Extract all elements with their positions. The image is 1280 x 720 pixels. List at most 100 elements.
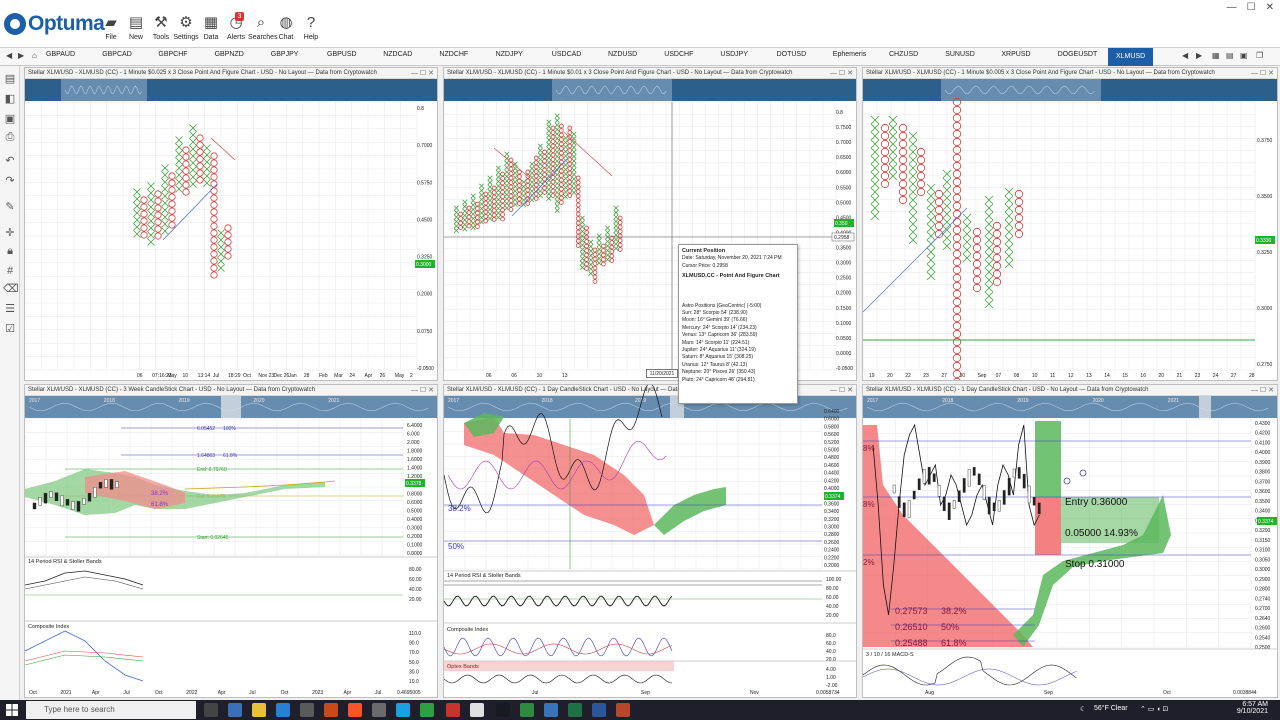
- edge-icon[interactable]: [396, 703, 410, 717]
- ribbon-alerts-button[interactable]: ◷ 3 Alerts: [223, 12, 249, 41]
- minimize-icon[interactable]: —: [1227, 2, 1237, 13]
- pf-o-mark: [575, 184, 581, 190]
- tab-dotusd[interactable]: DOTUSD: [777, 51, 807, 58]
- window-icon[interactable]: ❐: [1256, 51, 1263, 60]
- ribbon-help-button[interactable]: ? Help: [298, 14, 324, 41]
- candle: [917, 478, 921, 490]
- lock-icon[interactable]: 🔒︎: [3, 244, 17, 258]
- tab-gbpchf[interactable]: GBPCHF: [158, 51, 187, 58]
- chart-canvas[interactable]: 20172018201920200.64000.60000.58000.5600…: [444, 385, 857, 698]
- grid-icon[interactable]: #: [3, 264, 17, 278]
- redo-icon[interactable]: ↷: [3, 174, 17, 188]
- powerpoint-icon[interactable]: [616, 703, 630, 717]
- tab-nzdjpy[interactable]: NZDJPY: [496, 51, 523, 58]
- ribbon-data-button[interactable]: ▦ Data: [198, 14, 224, 41]
- chart-canvas[interactable]: 0.8 0.7000 0.5750 0.4500 0.3250 0.2000 0.0750 -…: [25, 68, 438, 381]
- windows-start-icon[interactable]: [6, 704, 18, 716]
- tab-chzusd[interactable]: CHZUSD: [889, 51, 918, 58]
- ribbon-new-button[interactable]: ▤ New: [123, 14, 149, 41]
- grid-view-icon[interactable]: ▦: [1212, 51, 1220, 60]
- taskbar-search-input[interactable]: Type here to search: [26, 701, 196, 719]
- tab-usdjpy[interactable]: USDJPY: [720, 51, 748, 58]
- undo-icon[interactable]: ↶: [3, 154, 17, 168]
- ribbon-searches-button[interactable]: ⌕ Searches: [248, 14, 278, 41]
- pf-o-mark: [952, 321, 962, 331]
- steam-icon[interactable]: [496, 703, 510, 717]
- tab-gbpusd[interactable]: GBPUSD: [327, 51, 357, 58]
- draw-tool-icon[interactable]: ✎: [3, 200, 17, 214]
- word-icon[interactable]: [592, 703, 606, 717]
- tile-icon[interactable]: ▣: [1240, 51, 1248, 60]
- app-icon-5[interactable]: [520, 703, 534, 717]
- layout-icon[interactable]: ▤: [1226, 51, 1234, 60]
- ribbon-settings-button[interactable]: ⚙ Settings: [173, 14, 199, 41]
- chrome-icon[interactable]: [420, 703, 434, 717]
- tab-gbpnzd[interactable]: GBPNZD: [215, 51, 244, 58]
- pf-o-mark: [550, 139, 556, 144]
- chart-panel-5[interactable]: Stellar XLM/USD - XLMUSD (CC) - 1 Day Ca…: [443, 384, 857, 698]
- forward-arrow-icon[interactable]: ▶: [18, 51, 24, 60]
- astro-position: Pluto: 24° Capricorn 48' (294.81): [682, 376, 755, 383]
- tray-icons[interactable]: ⌃ ▭ ◖ ⊡: [1140, 705, 1168, 713]
- tab-gbpaud[interactable]: GBPAUD: [46, 51, 75, 58]
- y-axis-tick-label: 0.1500: [836, 306, 852, 312]
- tab-nzdcad[interactable]: NZDCAD: [383, 51, 412, 58]
- tab-xrpusd[interactable]: XRPUSD: [1001, 51, 1030, 58]
- chat-app-icon[interactable]: [470, 703, 484, 717]
- back-arrow-icon[interactable]: ◀: [6, 51, 12, 60]
- app-icon-4[interactable]: [446, 703, 460, 717]
- tab-gbpjpy[interactable]: GBPJPY: [271, 51, 299, 58]
- list-icon[interactable]: ☰: [3, 302, 17, 316]
- tab-usdchf[interactable]: USDCHF: [664, 51, 693, 58]
- page-icon[interactable]: ▤: [3, 72, 17, 86]
- ribbon-chat-button[interactable]: ◍ Chat: [273, 14, 299, 41]
- app-icon-2[interactable]: [300, 703, 314, 717]
- pf-o-mark: [567, 188, 573, 194]
- file-explorer-icon[interactable]: [252, 703, 266, 717]
- tab-usdcad[interactable]: USDCAD: [552, 51, 582, 58]
- ribbon-tools-button[interactable]: ⚒ Tools: [148, 14, 174, 41]
- office-icon[interactable]: [324, 703, 338, 717]
- crosshair-icon[interactable]: ✛: [3, 226, 17, 240]
- pf-o-mark: [224, 238, 232, 246]
- print-icon[interactable]: ⎙: [3, 130, 17, 144]
- tab-xlmusd[interactable]: XLMUSD: [1108, 48, 1154, 66]
- chart-panel-1[interactable]: Stellar XLM/USD - XLMUSD (CC) - 1 Minute…: [24, 67, 438, 381]
- tab-scroll-right-icon[interactable]: ▶: [1196, 51, 1202, 60]
- optuma-taskbar-icon[interactable]: [544, 703, 558, 717]
- chart-panel-6[interactable]: Stellar XLM/USD - XLMUSD (CC) - 1 Day Ca…: [862, 384, 1278, 698]
- pf-o-mark: [992, 269, 1002, 279]
- y-axis-tick-label: -0.0500: [836, 366, 853, 372]
- tab-gbpcad[interactable]: GBPCAD: [102, 51, 132, 58]
- task-view-icon[interactable]: [204, 703, 218, 717]
- tab-scroll-left-icon[interactable]: ◀: [1182, 51, 1188, 60]
- pf-o-mark: [952, 329, 962, 339]
- tab-nzdchf[interactable]: NZDCHF: [439, 51, 468, 58]
- pf-o-mark: [898, 195, 908, 205]
- weather-icon[interactable]: ☾: [1080, 705, 1086, 713]
- maximize-icon[interactable]: ☐: [1247, 2, 1256, 13]
- eraser-icon[interactable]: ⌫: [3, 282, 19, 296]
- checklist-icon[interactable]: ☑: [3, 322, 17, 336]
- clock[interactable]: 6:57 AM 9/10/2021: [1228, 701, 1268, 715]
- weather-text[interactable]: 56°F Clear: [1094, 705, 1128, 712]
- mail-icon[interactable]: [276, 703, 290, 717]
- excel-icon[interactable]: [568, 703, 582, 717]
- chart-canvas[interactable]: 2017 2018 2019 2020 2021 0.4300 0.4200 0.4100 0.…: [863, 385, 1278, 698]
- tab-sunusd[interactable]: SUNUSD: [945, 51, 975, 58]
- app-icon-3[interactable]: [372, 703, 386, 717]
- chart-panel-4[interactable]: Stellar XLM/USD - XLMUSD (CC) - 3 Week C…: [24, 384, 438, 698]
- chart-canvas[interactable]: 0.3750 0.3500 0.3250 0.3000 0.2750 19 20 22 23 27…: [863, 68, 1278, 381]
- chart-canvas[interactable]: 2017 2018 2019 2020 2021 6.4000 6.000 2.000 1.80…: [25, 385, 438, 698]
- home-icon[interactable]: ⌂: [32, 51, 37, 60]
- app-icon-1[interactable]: [228, 703, 242, 717]
- tab-dogeusdt[interactable]: DOGEUSDT: [1058, 51, 1098, 58]
- ribbon-file-button[interactable]: ▰ File: [98, 14, 124, 41]
- tab-ephemeris[interactable]: Ephemeris: [833, 51, 866, 58]
- chart-panel-3[interactable]: Stellar XLM/USD - XLMUSD (CC) - 1 Minute…: [862, 67, 1278, 381]
- tab-nzdusd[interactable]: NZDUSD: [608, 51, 637, 58]
- layers-icon[interactable]: ◧: [3, 92, 17, 106]
- brave-icon[interactable]: [348, 703, 362, 717]
- save-icon[interactable]: ▣: [3, 112, 17, 126]
- close-icon[interactable]: ✕: [1266, 2, 1274, 13]
